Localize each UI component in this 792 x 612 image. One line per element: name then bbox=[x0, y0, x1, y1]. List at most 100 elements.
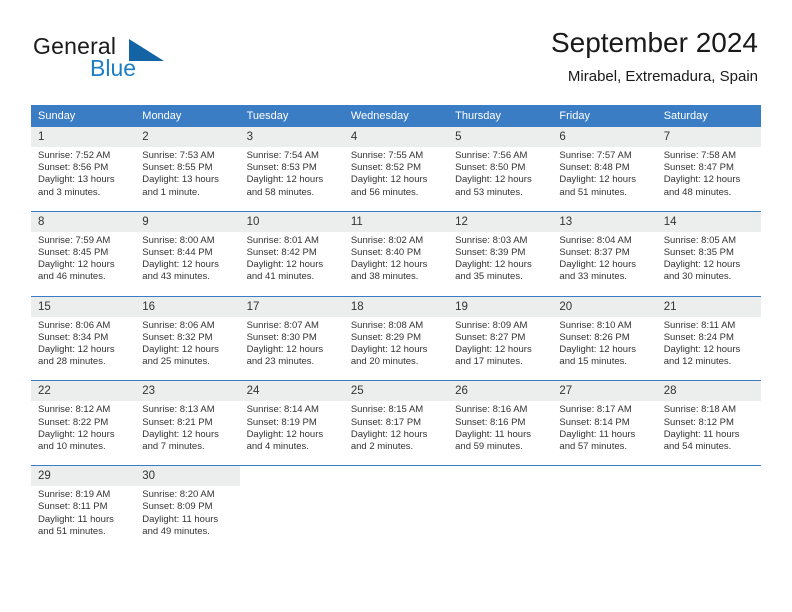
day-number[interactable]: 3 bbox=[239, 127, 344, 147]
day-details-empty bbox=[448, 486, 553, 551]
day-number[interactable]: 10 bbox=[239, 210, 344, 232]
sunset-text: Sunset: 8:50 PM bbox=[455, 162, 526, 174]
day-details: Sunrise: 8:10 AM Sunset: 8:26 PM Dayligh… bbox=[552, 316, 657, 381]
day-number[interactable]: 22 bbox=[31, 380, 136, 402]
day-number[interactable]: 2 bbox=[135, 127, 240, 147]
sunrise-text: Sunrise: 8:00 AM bbox=[142, 234, 215, 246]
daylight-text-line1: Daylight: 12 hours bbox=[350, 428, 428, 440]
sunset-text: Sunset: 8:09 PM bbox=[142, 501, 213, 513]
week-row-daynumbers: 1 2 3 4 5 6 7 bbox=[31, 127, 761, 147]
sunrise-text: Sunrise: 8:20 AM bbox=[142, 489, 215, 501]
day-number[interactable]: 1 bbox=[31, 127, 136, 147]
daylight-text-line2: and 15 minutes. bbox=[559, 356, 628, 368]
daylight-text-line2: and 35 minutes. bbox=[455, 271, 523, 283]
day-number[interactable]: 13 bbox=[552, 210, 657, 232]
day-number[interactable]: 7 bbox=[656, 127, 761, 147]
day-number[interactable]: 30 bbox=[135, 465, 240, 487]
sunrise-text: Sunrise: 8:11 AM bbox=[663, 319, 736, 331]
weekday-header-saturday: Saturday bbox=[656, 105, 761, 127]
day-details: Sunrise: 7:55 AM Sunset: 8:52 PM Dayligh… bbox=[343, 147, 449, 212]
daylight-text-line1: Daylight: 11 hours bbox=[455, 428, 531, 440]
day-number[interactable]: 29 bbox=[31, 465, 136, 487]
day-number[interactable]: 23 bbox=[135, 380, 240, 402]
weekday-header-sunday: Sunday bbox=[31, 105, 136, 127]
sunrise-text: Sunrise: 8:12 AM bbox=[38, 404, 111, 416]
daylight-text-line2: and 25 minutes. bbox=[142, 356, 210, 368]
day-details: Sunrise: 7:52 AM Sunset: 8:56 PM Dayligh… bbox=[31, 147, 136, 212]
page-header: General Blue September 2024 Mirabel, Ext… bbox=[0, 0, 792, 100]
daylight-text-line2: and 20 minutes. bbox=[350, 356, 419, 368]
brand-logo[interactable]: General Blue bbox=[33, 33, 213, 85]
day-details: Sunrise: 8:20 AM Sunset: 8:09 PM Dayligh… bbox=[135, 486, 240, 551]
daylight-text-line1: Daylight: 12 hours bbox=[559, 259, 636, 271]
sunset-text: Sunset: 8:26 PM bbox=[559, 331, 630, 343]
day-number[interactable]: 8 bbox=[31, 210, 136, 232]
day-details: Sunrise: 7:54 AM Sunset: 8:53 PM Dayligh… bbox=[239, 147, 344, 212]
weekday-header-thursday: Thursday bbox=[448, 105, 553, 127]
day-details-empty bbox=[552, 486, 657, 551]
sunset-text: Sunset: 8:11 PM bbox=[38, 501, 108, 513]
day-number[interactable]: 18 bbox=[343, 295, 449, 317]
day-number[interactable]: 26 bbox=[448, 380, 553, 402]
sunset-text: Sunset: 8:37 PM bbox=[559, 247, 630, 259]
sunset-text: Sunset: 8:22 PM bbox=[38, 416, 109, 428]
week-row-daynumbers: 15 16 17 18 19 20 21 bbox=[31, 295, 761, 317]
day-number[interactable]: 21 bbox=[656, 295, 761, 317]
day-number[interactable]: 17 bbox=[239, 295, 344, 317]
daylight-text-line1: Daylight: 12 hours bbox=[142, 344, 219, 356]
sunset-text: Sunset: 8:12 PM bbox=[663, 416, 734, 428]
day-number[interactable]: 25 bbox=[343, 380, 449, 402]
sunset-text: Sunset: 8:53 PM bbox=[246, 162, 317, 174]
weekday-header-wednesday: Wednesday bbox=[343, 105, 449, 127]
week-row-details: Sunrise: 7:52 AM Sunset: 8:56 PM Dayligh… bbox=[31, 147, 761, 212]
daylight-text-line2: and 46 minutes. bbox=[38, 271, 106, 283]
sunset-text: Sunset: 8:40 PM bbox=[350, 247, 422, 259]
daylight-text-line1: Daylight: 12 hours bbox=[38, 344, 115, 356]
daylight-text-line1: Daylight: 11 hours bbox=[38, 513, 114, 525]
weekday-header-monday: Monday bbox=[135, 105, 240, 127]
daylight-text-line1: Daylight: 12 hours bbox=[455, 259, 532, 271]
day-cell-empty bbox=[656, 465, 761, 487]
day-details: Sunrise: 8:09 AM Sunset: 8:27 PM Dayligh… bbox=[448, 316, 553, 381]
sunset-text: Sunset: 8:39 PM bbox=[455, 247, 526, 259]
sunset-text: Sunset: 8:56 PM bbox=[38, 162, 109, 174]
day-details: Sunrise: 8:00 AM Sunset: 8:44 PM Dayligh… bbox=[135, 231, 240, 297]
day-number[interactable]: 6 bbox=[552, 127, 657, 147]
day-details: Sunrise: 8:02 AM Sunset: 8:40 PM Dayligh… bbox=[343, 231, 449, 297]
daylight-text-line2: and 51 minutes. bbox=[559, 186, 628, 198]
week-row-details: Sunrise: 7:59 AM Sunset: 8:45 PM Dayligh… bbox=[31, 231, 761, 297]
day-number[interactable]: 5 bbox=[448, 127, 553, 147]
daylight-text-line1: Daylight: 12 hours bbox=[455, 174, 532, 186]
week-row-daynumbers: 8 9 10 11 12 13 14 bbox=[31, 210, 761, 232]
day-number[interactable]: 12 bbox=[448, 210, 553, 232]
day-number[interactable]: 14 bbox=[656, 210, 761, 232]
daylight-text-line1: Daylight: 12 hours bbox=[246, 259, 324, 271]
day-number[interactable]: 28 bbox=[656, 380, 761, 402]
day-details: Sunrise: 7:57 AM Sunset: 8:48 PM Dayligh… bbox=[552, 147, 657, 212]
daylight-text-line2: and 33 minutes. bbox=[559, 271, 628, 283]
day-number[interactable]: 4 bbox=[343, 127, 449, 147]
week-row-details: Sunrise: 8:06 AM Sunset: 8:34 PM Dayligh… bbox=[31, 316, 761, 381]
daylight-text-line1: Daylight: 11 hours bbox=[142, 513, 219, 525]
day-number[interactable]: 9 bbox=[135, 210, 240, 232]
day-number[interactable]: 19 bbox=[448, 295, 553, 317]
daylight-text-line2: and 1 minute. bbox=[142, 186, 200, 198]
day-number[interactable]: 15 bbox=[31, 295, 136, 317]
day-number[interactable]: 20 bbox=[552, 295, 657, 317]
daylight-text-line1: Daylight: 12 hours bbox=[246, 174, 324, 186]
sunset-text: Sunset: 8:16 PM bbox=[455, 416, 526, 428]
sunset-text: Sunset: 8:27 PM bbox=[455, 331, 526, 343]
day-number[interactable]: 16 bbox=[135, 295, 240, 317]
daylight-text-line1: Daylight: 12 hours bbox=[246, 428, 324, 440]
day-number[interactable]: 27 bbox=[552, 380, 657, 402]
daylight-text-line2: and 3 minutes. bbox=[38, 186, 101, 198]
sunset-text: Sunset: 8:21 PM bbox=[142, 416, 213, 428]
day-number[interactable]: 24 bbox=[239, 380, 344, 402]
daylight-text-line1: Daylight: 12 hours bbox=[663, 344, 741, 356]
day-details: Sunrise: 8:19 AM Sunset: 8:11 PM Dayligh… bbox=[31, 486, 136, 551]
day-number[interactable]: 11 bbox=[343, 210, 449, 232]
calendar-page: General Blue September 2024 Mirabel, Ext… bbox=[0, 0, 792, 612]
sunset-text: Sunset: 8:17 PM bbox=[350, 416, 422, 428]
day-details: Sunrise: 8:18 AM Sunset: 8:12 PM Dayligh… bbox=[656, 401, 761, 466]
sunrise-text: Sunrise: 8:10 AM bbox=[559, 319, 632, 331]
